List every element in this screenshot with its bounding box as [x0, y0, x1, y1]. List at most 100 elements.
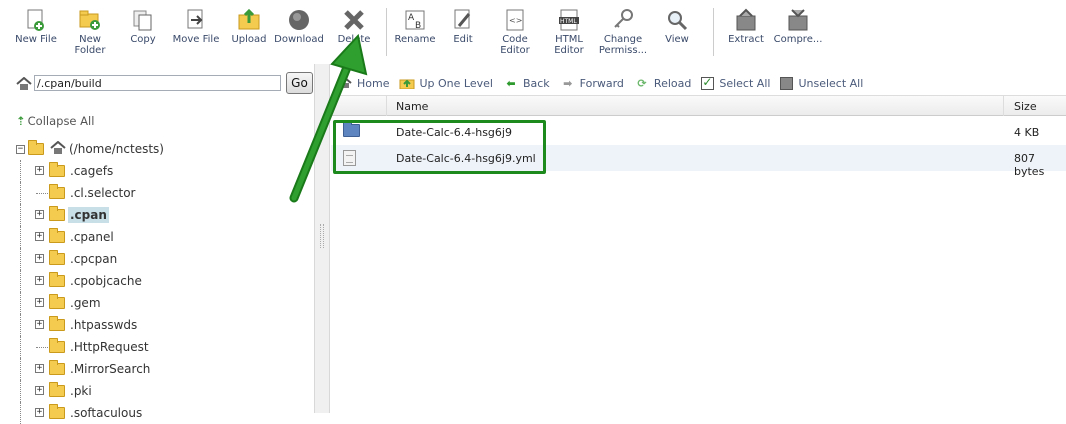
tree-guide-line — [20, 314, 21, 336]
rename-icon: AB — [403, 8, 427, 32]
table-header: Name Size — [331, 95, 1066, 116]
tree-item-label: .cagefs — [70, 164, 114, 178]
column-divider — [1003, 96, 1004, 116]
up-one-level-button[interactable]: Up One Level — [399, 76, 493, 90]
tree-item[interactable]: .HttpRequest — [16, 336, 306, 358]
tree-root[interactable]: − (/home/nctests) — [16, 138, 306, 160]
view-label: View — [665, 34, 689, 45]
edit-button[interactable]: Edit — [439, 0, 487, 45]
expand-icon[interactable]: + — [35, 386, 44, 395]
path-input[interactable] — [34, 75, 281, 91]
splitter-grip[interactable] — [320, 224, 324, 248]
code-editor-button[interactable]: <> Code Editor — [487, 0, 543, 56]
collapse-all-label: Collapse All — [27, 114, 95, 128]
expand-icon[interactable]: + — [35, 364, 44, 373]
home-button[interactable]: Home — [337, 76, 389, 90]
collapse-icon[interactable]: − — [16, 144, 25, 154]
column-header-size[interactable]: Size — [1014, 100, 1037, 113]
change-permissions-label: Change Permiss... — [598, 34, 648, 56]
rename-label: Rename — [394, 34, 436, 45]
folder-icon — [49, 162, 65, 177]
view-button[interactable]: View — [651, 0, 703, 45]
forward-button[interactable]: ➡ Forward — [560, 76, 624, 90]
tree-guide-line — [20, 160, 21, 182]
tree-guide-line — [20, 182, 21, 204]
folder-icon — [49, 206, 65, 221]
collapse-all-link[interactable]: ⇡ Collapse All — [16, 114, 94, 128]
upload-label: Upload — [231, 34, 267, 45]
new-file-button[interactable]: New File — [12, 0, 60, 45]
tree-item[interactable]: + .gem — [16, 292, 306, 314]
go-button[interactable]: Go — [286, 72, 313, 94]
tree-item[interactable]: + .cpobjcache — [16, 270, 306, 292]
svg-text:HTML: HTML — [560, 18, 577, 25]
change-permissions-button[interactable]: Change Permiss... — [595, 0, 651, 56]
select-all-button[interactable]: Select All — [701, 75, 771, 90]
compress-button[interactable]: Compre... — [772, 0, 824, 45]
copy-label: Copy — [130, 34, 156, 45]
extract-button[interactable]: Extract — [720, 0, 772, 45]
download-icon — [287, 8, 311, 32]
toolbar: New File New Folder Copy Move File Uploa… — [0, 0, 1066, 64]
delete-button[interactable]: Delete — [326, 0, 382, 45]
column-divider — [386, 96, 387, 116]
expand-icon[interactable]: + — [35, 166, 44, 175]
move-file-button[interactable]: Move File — [166, 0, 226, 45]
new-folder-label: New Folder — [74, 34, 106, 56]
download-button[interactable]: Download — [272, 0, 326, 45]
file-icon — [343, 150, 356, 166]
back-button[interactable]: ⬅ Back — [503, 76, 549, 90]
tree-item[interactable]: + .MirrorSearch — [16, 358, 306, 380]
expand-icon[interactable]: + — [35, 254, 44, 263]
tree-item[interactable]: + .htpasswds — [16, 314, 306, 336]
file-size: 4 KB — [1014, 126, 1040, 139]
forward-label: Forward — [579, 76, 624, 90]
tree-item-label: .cpobjcache — [70, 274, 142, 288]
edit-icon — [451, 8, 475, 32]
upload-button[interactable]: Upload — [226, 0, 272, 45]
file-name: Date-Calc-6.4-hsg6j9 — [396, 126, 512, 139]
tree-item[interactable]: .cl.selector — [16, 182, 306, 204]
expand-icon[interactable]: + — [35, 210, 44, 219]
code-editor-icon: <> — [503, 8, 527, 32]
tree-item[interactable]: + .cpcpan — [16, 248, 306, 270]
expand-icon[interactable]: + — [35, 276, 44, 285]
tree-item[interactable]: + .softaculous — [16, 402, 306, 424]
home-icon — [337, 76, 353, 90]
reload-button[interactable]: ⟳ Reload — [634, 76, 691, 90]
rename-button[interactable]: AB Rename — [391, 0, 439, 45]
svg-text:B: B — [415, 21, 421, 31]
unselect-all-button[interactable]: Unselect All — [780, 76, 863, 90]
tree-item[interactable]: + .cpan — [16, 204, 306, 226]
new-folder-button[interactable]: New Folder — [60, 0, 120, 56]
expand-icon[interactable]: + — [35, 298, 44, 307]
tree-item[interactable]: + .cpanel — [16, 226, 306, 248]
html-editor-label: HTML Editor — [554, 34, 584, 56]
file-name: Date-Calc-6.4-hsg6j9.yml — [396, 152, 536, 165]
expand-icon[interactable]: + — [35, 320, 44, 329]
table-row[interactable]: Date-Calc-6.4-hsg6j9.yml 807 bytes — [331, 145, 1066, 178]
open-folder-icon — [28, 140, 44, 155]
checkbox-checked-icon — [701, 75, 715, 90]
copy-button[interactable]: Copy — [120, 0, 166, 45]
file-size: 807 bytes — [1014, 152, 1045, 178]
forward-arrow-icon: ➡ — [563, 76, 573, 90]
tree-item[interactable]: + .pki — [16, 380, 306, 402]
html-editor-button[interactable]: HTML HTML Editor — [543, 0, 595, 56]
column-header-name[interactable]: Name — [396, 100, 428, 113]
expand-icon[interactable]: + — [35, 232, 44, 241]
tree-item-label: .HttpRequest — [70, 340, 149, 354]
select-all-label: Select All — [719, 76, 771, 90]
tree-guide-line — [20, 336, 21, 358]
panel-splitter[interactable] — [314, 64, 330, 413]
toolbar-divider — [713, 8, 714, 56]
toolbar-divider — [386, 8, 387, 56]
folder-icon — [49, 184, 65, 199]
reload-label: Reload — [653, 76, 692, 90]
home-icon — [50, 140, 66, 158]
navigation-bar: Home Up One Level ⬅ Back ➡ Forward ⟳ Rel… — [331, 72, 1066, 94]
directory-tree-panel: Go ⇡Collapse All − (/home/nctests) + .cag… — [0, 64, 314, 424]
tree-item[interactable]: + .cagefs — [16, 160, 306, 182]
extract-icon — [734, 8, 758, 32]
table-row[interactable]: Date-Calc-6.4-hsg6j9 4 KB — [331, 119, 1066, 145]
